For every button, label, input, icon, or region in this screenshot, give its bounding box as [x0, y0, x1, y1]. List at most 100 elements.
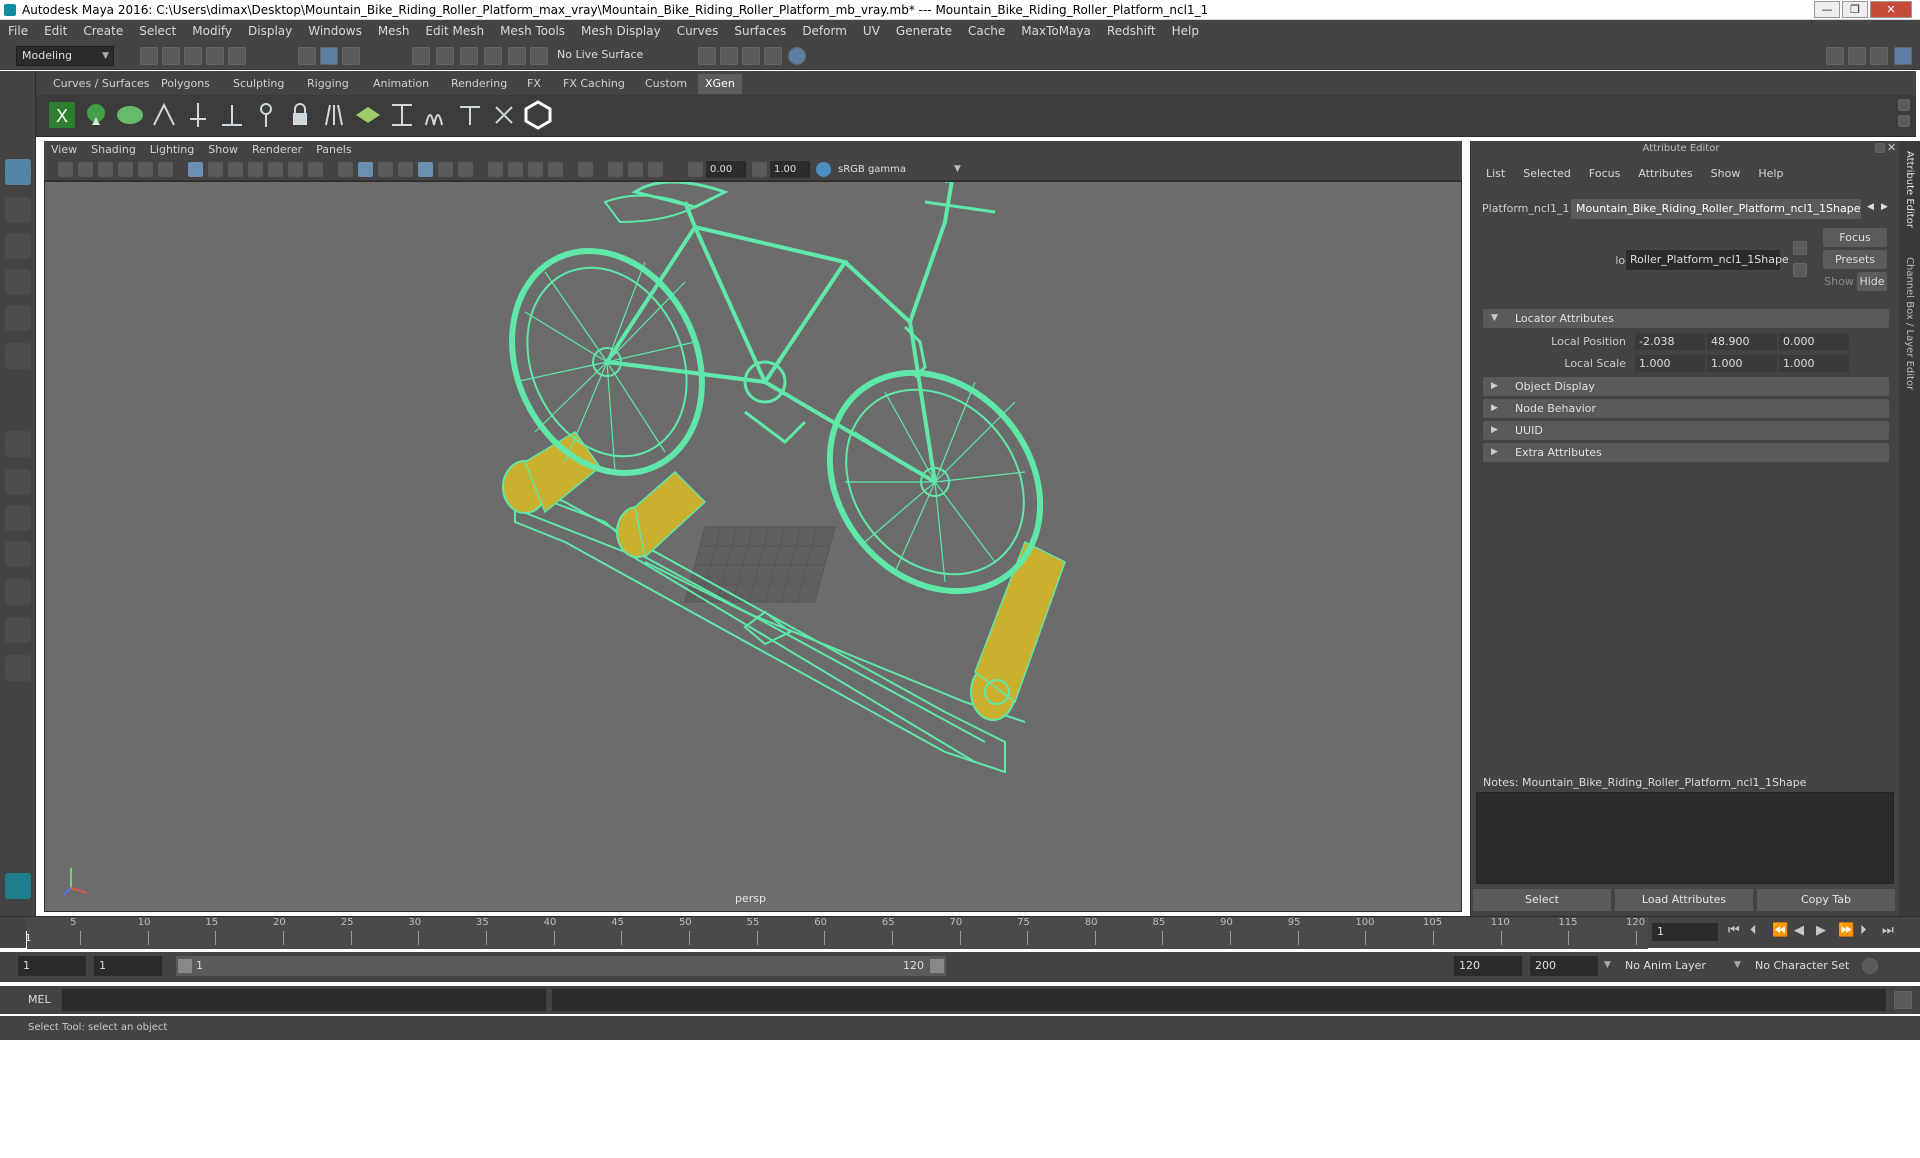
- menu-windows[interactable]: Windows: [300, 20, 370, 42]
- select-tool-icon[interactable]: [5, 159, 31, 185]
- tab-curves-surfaces[interactable]: Curves / Surfaces: [46, 74, 157, 94]
- go-to-start-icon[interactable]: ⏮: [1728, 923, 1740, 938]
- close-button[interactable]: ✕: [1870, 1, 1912, 18]
- shelf-scroll-up-icon[interactable]: [1898, 99, 1910, 111]
- load-attributes-button[interactable]: Load Attributes: [1615, 889, 1753, 911]
- section-locator-attributes[interactable]: ▼ Locator Attributes: [1483, 309, 1889, 328]
- gamma-icon[interactable]: [752, 162, 767, 177]
- command-input[interactable]: [62, 989, 546, 1011]
- isolate-select-icon[interactable]: [578, 162, 593, 177]
- grid-icon[interactable]: [188, 162, 203, 177]
- range-slider[interactable]: 1 120: [176, 956, 946, 976]
- viewport-menu-view[interactable]: View: [44, 141, 84, 159]
- side-tab-attribute-editor[interactable]: Attribute Editor: [1904, 151, 1915, 228]
- viewport-menu-renderer[interactable]: Renderer: [245, 141, 309, 159]
- undo-icon[interactable]: [206, 47, 224, 65]
- guide-to-curve-icon[interactable]: [420, 99, 452, 131]
- range-handle-end[interactable]: [930, 959, 944, 973]
- menu-create[interactable]: Create: [75, 20, 131, 42]
- chevron-down-icon[interactable]: ▼: [950, 162, 965, 177]
- go-to-input-icon[interactable]: [1793, 241, 1807, 255]
- render-frame-icon[interactable]: [720, 47, 738, 65]
- select-hierarchy-icon[interactable]: [298, 47, 316, 65]
- menu-edit-mesh[interactable]: Edit Mesh: [417, 20, 492, 42]
- go-to-output-icon[interactable]: [1793, 263, 1807, 277]
- viewport-menu-show[interactable]: Show: [201, 141, 245, 159]
- xray-joints-icon[interactable]: [628, 162, 643, 177]
- snap-view-icon[interactable]: [484, 47, 502, 65]
- ae-menu-list[interactable]: List: [1477, 165, 1514, 183]
- paint-select-icon[interactable]: [5, 233, 31, 259]
- xray-components-icon[interactable]: [648, 162, 663, 177]
- menu-surfaces[interactable]: Surfaces: [726, 20, 794, 42]
- play-backwards-icon[interactable]: ◀: [1794, 923, 1804, 938]
- tab-sculpting[interactable]: Sculpting: [226, 74, 292, 94]
- viewport-menu-shading[interactable]: Shading: [84, 141, 143, 159]
- menu-mesh[interactable]: Mesh: [370, 20, 418, 42]
- tab-xgen[interactable]: XGen: [698, 74, 742, 94]
- more-layouts-icon[interactable]: [5, 655, 31, 681]
- scale-tool-icon[interactable]: [5, 343, 31, 369]
- outliner-icon[interactable]: [1848, 47, 1866, 65]
- tab-fx[interactable]: FX: [520, 74, 548, 94]
- go-to-end-icon[interactable]: ⏭: [1882, 923, 1894, 938]
- ae-menu-help[interactable]: Help: [1749, 165, 1792, 183]
- local-scale-y[interactable]: 1.000: [1707, 355, 1777, 372]
- play-forwards-icon[interactable]: ▶: [1816, 923, 1826, 938]
- move-tool-icon[interactable]: [5, 269, 31, 295]
- menu-redshift[interactable]: Redshift: [1099, 20, 1164, 42]
- hypershade-icon[interactable]: [788, 47, 806, 65]
- guide-bend-icon[interactable]: [386, 99, 418, 131]
- perspective-viewport[interactable]: persp: [44, 181, 1462, 912]
- step-back-frame-icon[interactable]: ⏴: [1750, 923, 1757, 938]
- grease-pencil-icon[interactable]: [158, 162, 173, 177]
- modeling-toolkit-icon[interactable]: [1826, 47, 1844, 65]
- menu-modify[interactable]: Modify: [184, 20, 240, 42]
- exposure-field[interactable]: 0.00: [706, 161, 746, 178]
- render-view-icon[interactable]: [764, 47, 782, 65]
- anti-aliasing-icon[interactable]: [528, 162, 543, 177]
- range-handle-start[interactable]: [178, 959, 192, 973]
- resolution-gate-icon[interactable]: [228, 162, 243, 177]
- snap-edge-icon[interactable]: [530, 47, 548, 65]
- local-scale-x[interactable]: 1.000: [1635, 355, 1705, 372]
- snap-point-icon[interactable]: [460, 47, 478, 65]
- wireframe-on-shaded-icon[interactable]: [398, 162, 413, 177]
- mode-selector[interactable]: Modeling ▼: [16, 46, 114, 66]
- open-scene-icon[interactable]: [162, 47, 180, 65]
- tab-transform-node[interactable]: Platform_ncl1_1: [1477, 199, 1574, 219]
- snap-grid-icon[interactable]: [412, 47, 430, 65]
- shelf-scroll-down-icon[interactable]: [1898, 115, 1910, 127]
- wireframe-icon[interactable]: [338, 162, 353, 177]
- rotate-tool-icon[interactable]: [5, 305, 31, 331]
- gate-mask-icon[interactable]: [248, 162, 263, 177]
- command-language-label[interactable]: MEL: [28, 993, 51, 1006]
- layer-stack-icon[interactable]: [352, 99, 384, 131]
- menu-mesh-tools[interactable]: Mesh Tools: [492, 20, 573, 42]
- notes-textarea[interactable]: [1476, 792, 1894, 884]
- ae-menu-focus[interactable]: Focus: [1580, 165, 1629, 183]
- animation-start-field[interactable]: 1: [18, 956, 86, 976]
- step-forward-frame-icon[interactable]: ⏵: [1860, 923, 1867, 938]
- menu-uv[interactable]: UV: [855, 20, 888, 42]
- lock-guide-icon[interactable]: [284, 99, 316, 131]
- chevron-down-icon[interactable]: ▼: [1734, 960, 1741, 970]
- redo-icon[interactable]: [228, 47, 246, 65]
- film-gate-icon[interactable]: [208, 162, 223, 177]
- snap-curve-icon[interactable]: [436, 47, 454, 65]
- xgen-editor-icon[interactable]: X: [46, 99, 78, 131]
- persp-graph-layout-icon[interactable]: [5, 541, 31, 567]
- anim-layer-select[interactable]: No Anim Layer: [1620, 956, 1738, 976]
- chevron-down-icon[interactable]: ▼: [1604, 960, 1611, 970]
- animation-end-field[interactable]: 200: [1530, 956, 1598, 976]
- menu-file[interactable]: File: [0, 20, 36, 42]
- shadows-icon[interactable]: [458, 162, 473, 177]
- custom-layout-icon[interactable]: [5, 617, 31, 643]
- depth-of-field-icon[interactable]: [548, 162, 563, 177]
- hide-button[interactable]: Hide: [1857, 272, 1887, 291]
- tab-scroll-right-icon[interactable]: ▶: [1881, 202, 1888, 212]
- tab-fx-caching[interactable]: FX Caching: [556, 74, 632, 94]
- camera-attributes-icon[interactable]: [78, 162, 93, 177]
- ae-menu-attributes[interactable]: Attributes: [1629, 165, 1701, 183]
- textured-icon[interactable]: [418, 162, 433, 177]
